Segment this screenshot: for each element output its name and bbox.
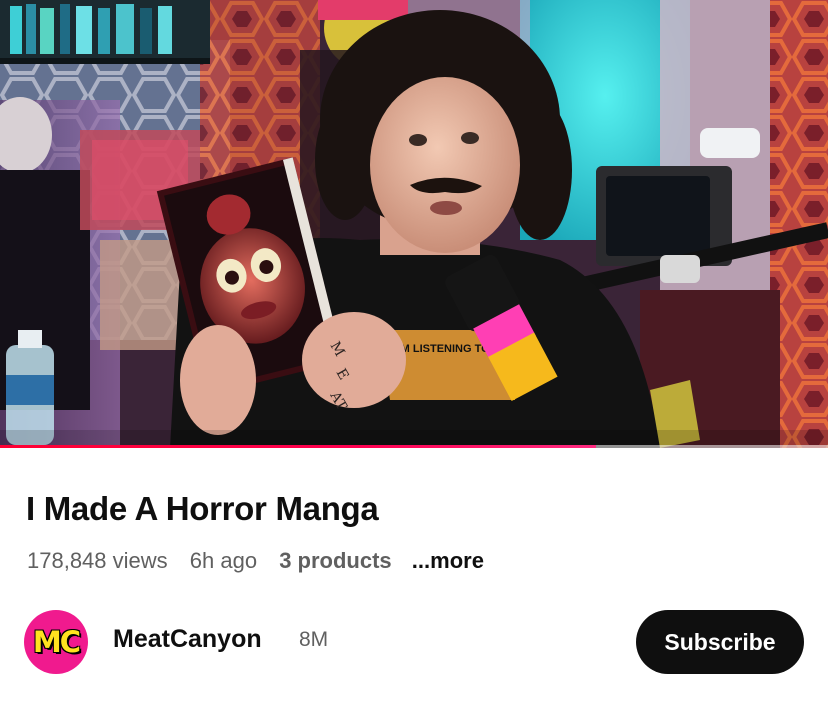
video-title[interactable]: I Made A Horror Manga	[26, 490, 379, 528]
video-progress-played	[0, 445, 597, 448]
channel-avatar-logo: MC	[32, 625, 81, 659]
video-frame: I'M LISTENING TO M E AT	[0, 0, 828, 448]
video-metadata[interactable]: 178,848 views 6h ago 3 products ...more	[27, 548, 484, 574]
shirt-print-text: I'M LISTENING TO	[395, 343, 490, 355]
video-player[interactable]: I'M LISTENING TO M E AT	[0, 0, 828, 448]
channel-row: MC MeatCanyon 8M Subscribe	[24, 610, 804, 674]
upload-age: 6h ago	[189, 548, 258, 573]
subscribe-button[interactable]: Subscribe	[636, 610, 804, 674]
video-watch-page: I'M LISTENING TO M E AT I Made A Horror …	[0, 0, 828, 702]
more-link[interactable]: ...more	[412, 548, 484, 573]
view-count: 178,848 views	[27, 548, 168, 573]
channel-name[interactable]: MeatCanyon	[113, 625, 262, 654]
video-progress-bar[interactable]	[0, 445, 828, 448]
products-link[interactable]: 3 products	[279, 548, 391, 573]
channel-avatar[interactable]: MC	[24, 610, 88, 674]
subscriber-count: 8M	[299, 628, 329, 651]
video-info-panel: I Made A Horror Manga 178,848 views 6h a…	[0, 450, 828, 702]
